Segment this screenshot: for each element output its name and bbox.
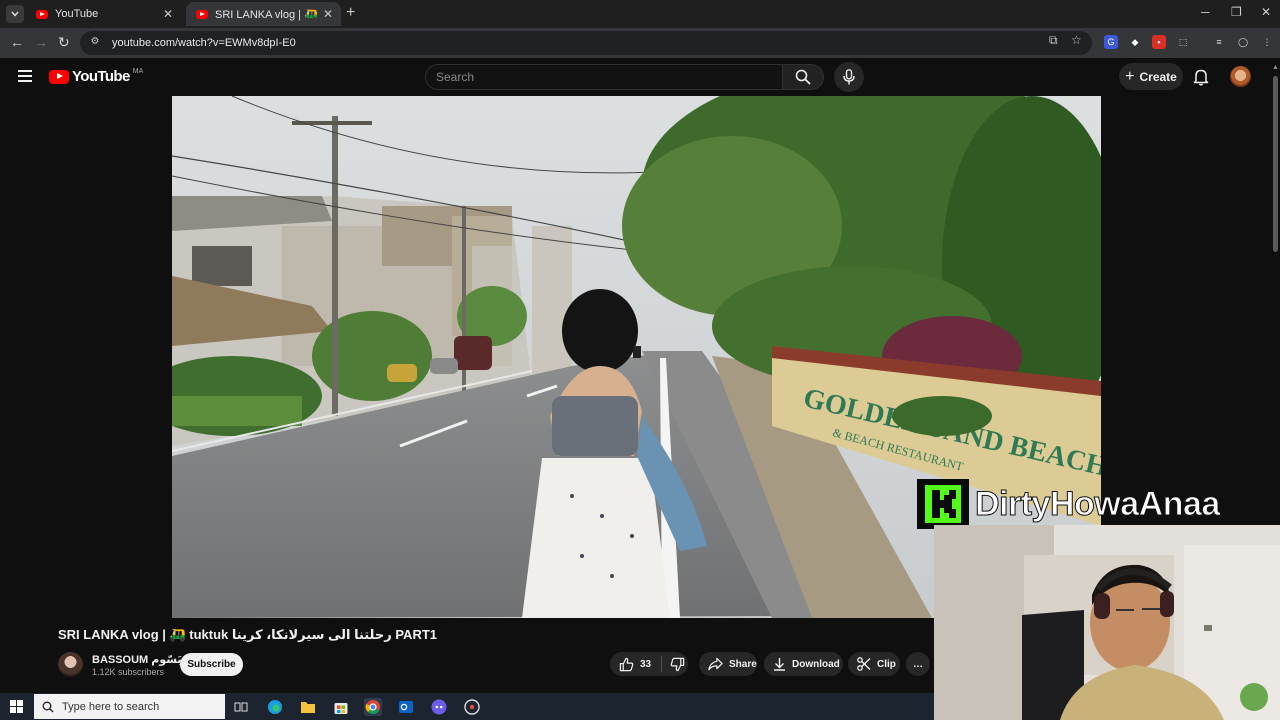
browser-toolbar: ← → ↻ ⚙ youtube.com/watch?v=EWMv8dpI-E0 … [0,28,1280,58]
close-tab-icon[interactable]: ✕ [321,7,335,21]
tab-title: SRI LANKA vlog | 🛺 tuktuk رحلتنا [215,8,321,21]
microphone-icon [843,69,855,85]
browser-menu-icon[interactable]: ⋮ [1260,35,1274,49]
download-button[interactable]: Download [764,652,843,676]
discord-icon[interactable] [430,698,448,716]
search-box [425,64,783,90]
search-input[interactable] [436,70,766,84]
windows-taskbar [0,693,934,720]
share-label: Share [729,658,757,670]
browser-tab-strip: YouTube ✕ SRI LANKA vlog | 🛺 tuktuk رحلت… [0,0,1280,28]
site-info-icon[interactable]: ⚙ [88,36,102,50]
tab-search-button[interactable] [6,5,24,23]
like-dislike-group: 33 [610,652,688,676]
streamer-webcam [934,525,1280,720]
windows-start-icon[interactable] [10,700,23,713]
subscriber-count: 1.12K subscribers [92,667,165,677]
scroll-up-icon[interactable]: ▲ [1272,64,1279,71]
install-app-icon[interactable]: ⧉ [1049,33,1058,48]
search-icon [42,701,54,712]
taskbar-search-input[interactable] [62,700,222,713]
search-icon [795,69,811,85]
like-divider [661,656,663,672]
outlook-icon[interactable] [397,698,415,716]
clip-button[interactable]: Clip [848,652,900,676]
bell-icon [1193,69,1209,86]
thumbs-up-icon [619,657,634,671]
streamer-name: DirtyHowaAnaa [975,484,1221,523]
like-count: 33 [640,658,652,670]
menu-icon[interactable] [18,70,32,82]
browser-tab-video[interactable]: SRI LANKA vlog | 🛺 tuktuk رحلتنا ✕ [186,2,341,26]
youtube-logo[interactable]: YouTube MA [49,68,143,85]
close-window-icon[interactable]: ✕ [1261,5,1271,19]
task-view-icon[interactable] [232,698,250,716]
chevron-down-icon [11,11,19,17]
store-icon[interactable] [332,698,350,716]
channel-avatar[interactable] [58,652,83,677]
thumbs-down-icon [670,657,685,671]
channel-name[interactable]: BASSOUM بَسّوم [92,653,182,666]
youtube-favicon-icon [36,9,48,19]
bookmark-star-icon[interactable]: ☆ [1071,33,1082,47]
steam-like-app-icon[interactable] [463,698,481,716]
streamer-name-tag: DirtyHowaAnaa [917,479,1280,529]
clip-label: Clip [877,658,896,670]
diamond-extension-icon[interactable]: ◆ [1128,35,1142,49]
edge-browser-icon[interactable] [266,698,284,716]
extensions-puzzle-icon[interactable]: ⬚ [1176,35,1190,49]
youtube-favicon-icon [196,9,208,19]
more-actions-button[interactable]: … [906,652,930,676]
close-tab-icon[interactable]: ✕ [161,7,175,21]
kick-logo-icon [917,479,969,529]
notifications-button[interactable] [1193,68,1209,91]
subscribe-button[interactable]: Subscribe [180,653,243,676]
file-explorer-icon[interactable] [299,698,317,716]
red-extension-icon[interactable]: ▪ [1152,35,1166,49]
profile-icon[interactable]: ◯ [1236,35,1250,49]
reload-icon[interactable]: ↻ [58,34,70,51]
download-icon [773,657,786,671]
scissors-icon [857,657,871,671]
video-title: SRI LANKA vlog | 🛺 tuktuk رحلتنا الى سير… [58,627,437,642]
chrome-icon[interactable] [364,698,382,716]
webcam-image [934,525,1280,720]
new-tab-button[interactable]: + [346,4,355,22]
country-code: MA [132,68,144,75]
share-button[interactable]: Share [699,652,757,676]
back-icon[interactable]: ← [10,34,24,50]
media-control-icon[interactable]: ≡ [1212,35,1226,49]
address-bar[interactable]: ⚙ youtube.com/watch?v=EWMv8dpI-E0 [80,31,1092,55]
forward-icon[interactable]: → [34,34,48,50]
taskbar-search [34,694,225,719]
youtube-play-icon [49,69,69,84]
translate-extension-icon[interactable]: G [1104,35,1118,49]
create-button[interactable]: + Create [1119,63,1183,90]
like-button[interactable] [619,657,634,672]
restore-icon[interactable]: ❐ [1231,5,1242,19]
youtube-masthead: YouTube MA + Create [0,58,1280,96]
browser-tab-youtube[interactable]: YouTube ✕ [26,2,181,26]
download-label: Download [792,658,840,670]
logo-wordmark: YouTube [72,68,130,85]
page-scrollbar[interactable] [1273,76,1278,252]
plus-icon: + [1125,67,1135,85]
account-avatar[interactable] [1230,66,1251,87]
search-button[interactable] [782,64,824,90]
minimize-icon[interactable]: ─ [1201,5,1210,19]
more-icon: … [913,658,923,670]
tab-title: YouTube [55,8,99,20]
create-label: Create [1139,69,1177,84]
url-text: youtube.com/watch?v=EWMv8dpI-E0 [112,37,296,49]
share-icon [708,657,723,671]
voice-search-button[interactable] [834,62,864,92]
dislike-button[interactable] [670,657,685,672]
